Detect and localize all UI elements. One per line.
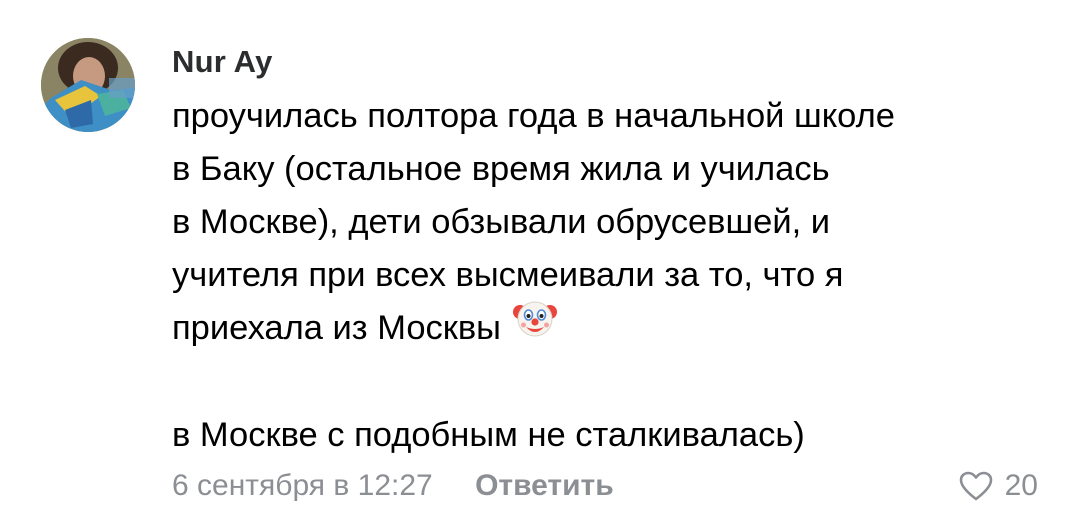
comment-text: проучилась полтора года в начальной школ… [172, 90, 1052, 462]
comment-line: проучилась полтора года в начальной школ… [172, 97, 895, 135]
comment-line: приехала из Москвы [172, 309, 501, 347]
avatar[interactable] [41, 38, 135, 132]
likes-count: 20 [1004, 469, 1038, 502]
comment-line: в Москве с подобным не сталкивалась) [172, 415, 805, 454]
comment-date[interactable]: 6 сентября в 12:27 [172, 464, 433, 508]
comment-line: в Баку (остальное время жила и училась [172, 150, 830, 188]
author-name[interactable]: Nur Ay [172, 42, 273, 82]
clown-face-icon [512, 296, 557, 356]
reply-button[interactable]: Ответить [475, 464, 614, 508]
comment-line: в Москве), дети обзывали обрусевшей, и [172, 203, 831, 241]
like-button[interactable]: 20 [959, 464, 1038, 508]
comment-line-with-emoji: приехала из Москвы [172, 301, 1052, 356]
avatar-image [41, 38, 135, 132]
comment-line: учителя при всех высмеивали за то, что я [172, 256, 844, 294]
heart-icon[interactable] [959, 471, 993, 501]
comment: Nur Ay проучилась полтора года в начальн… [0, 0, 1080, 527]
comment-footer: 6 сентября в 12:27 Ответить [172, 464, 614, 508]
